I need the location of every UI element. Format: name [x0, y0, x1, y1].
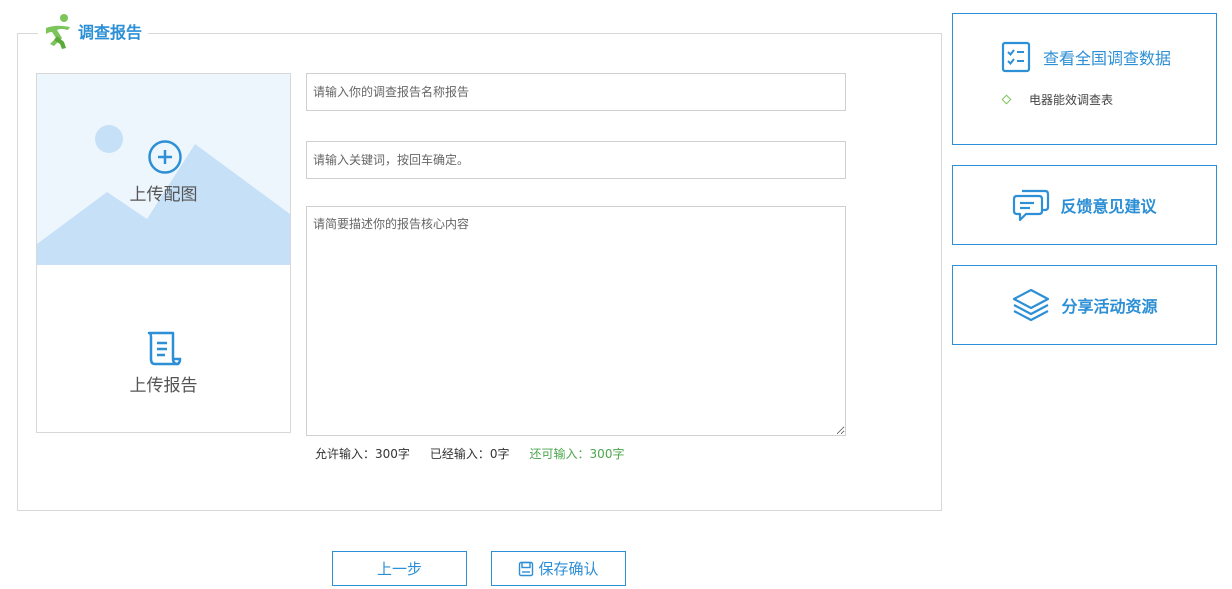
character-counter: 允许输入：300字 已经输入：0字 还可输入：300字 — [315, 445, 624, 462]
upload-image-button[interactable]: 上传配图 — [37, 74, 290, 265]
remaining-count: 还可输入：300字 — [529, 447, 625, 461]
save-floppy-icon — [519, 561, 534, 576]
save-confirm-button[interactable]: 保存确认 — [491, 551, 626, 586]
survey-data-card[interactable]: 查看全国调查数据 电器能效调查表 — [952, 13, 1217, 145]
chat-bubble-icon — [1013, 189, 1050, 222]
entered-count: 已经输入：0字 — [429, 447, 510, 461]
section-title: 调查报告 — [78, 23, 143, 42]
upload-report-button[interactable]: 上传报告 — [37, 265, 290, 432]
allowed-count: 允许输入：300字 — [315, 447, 410, 461]
upload-image-label: 上传配图 — [129, 185, 198, 205]
upload-card: 上传配图 上传报告 — [36, 73, 291, 433]
section-legend: 调查报告 — [38, 12, 149, 52]
upload-report-label: 上传报告 — [129, 376, 198, 396]
survey-item-label: 电器能效调查表 — [1029, 93, 1114, 107]
survey-card-title: 查看全国调查数据 — [1043, 49, 1172, 68]
share-resources-card[interactable]: 分享活动资源 — [952, 265, 1217, 345]
survey-list-item[interactable]: 电器能效调查表 — [999, 91, 1113, 108]
feedback-card-title: 反馈意见建议 — [1060, 197, 1157, 216]
survey-card-header: 查看全国调查数据 — [1001, 41, 1171, 73]
layers-icon — [1013, 288, 1050, 322]
share-card-title: 分享活动资源 — [1061, 297, 1158, 316]
share-card-header: 分享活动资源 — [953, 266, 1216, 344]
scroll-document-icon — [147, 331, 182, 366]
feedback-card-header: 反馈意见建议 — [953, 166, 1216, 244]
running-figure-icon — [46, 14, 70, 49]
plus-circle-icon — [148, 140, 182, 174]
save-confirm-label: 保存确认 — [538, 560, 599, 578]
report-name-input[interactable] — [306, 73, 846, 111]
previous-step-button[interactable]: 上一步 — [332, 551, 467, 586]
previous-step-label: 上一步 — [376, 560, 422, 578]
feedback-card[interactable]: 反馈意见建议 — [952, 165, 1217, 245]
diamond-bullet-icon — [1001, 94, 1012, 105]
checklist-icon — [1001, 41, 1031, 73]
report-content-textarea[interactable] — [306, 206, 846, 436]
keywords-input[interactable] — [306, 141, 846, 179]
